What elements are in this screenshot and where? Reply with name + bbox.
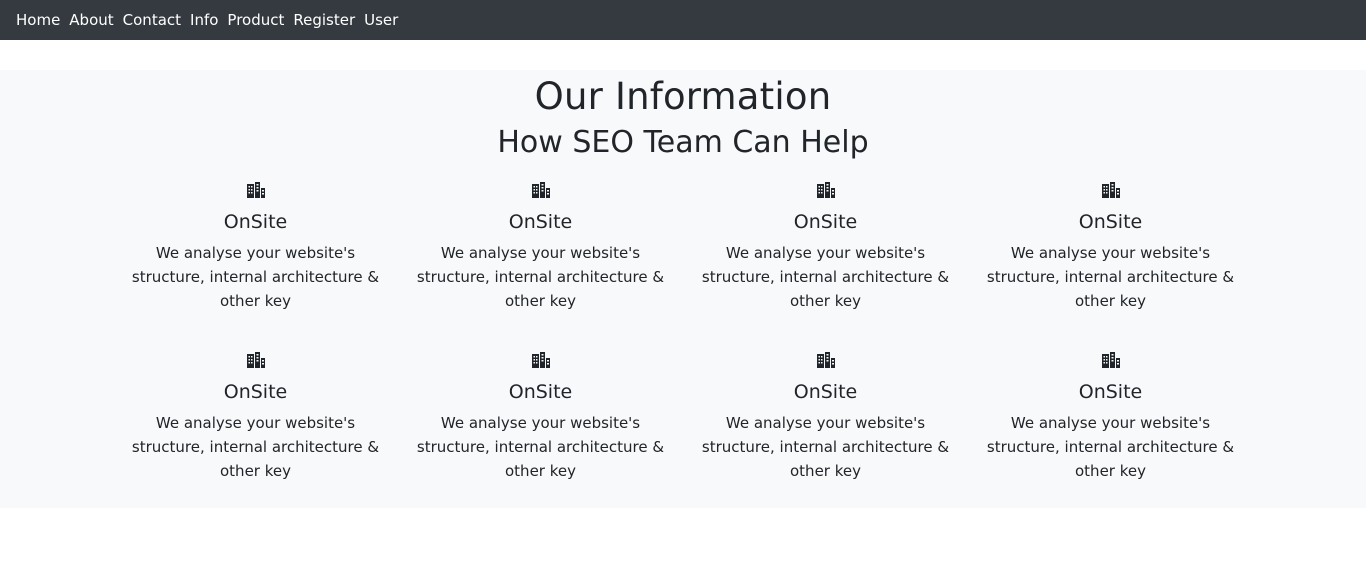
card-description: We analyse your website's structure, int… — [986, 244, 1235, 310]
feature-card: OnSite We analyse your website's structu… — [683, 347, 968, 483]
section-subtitle: How SEO Team Can Help — [497, 125, 869, 160]
card-description: We analyse your website's structure, int… — [131, 414, 380, 480]
card-title: OnSite — [223, 381, 288, 403]
building-icon — [1101, 180, 1121, 200]
card-title: OnSite — [1078, 211, 1143, 233]
card-title: OnSite — [223, 211, 288, 233]
card-title: OnSite — [1078, 381, 1143, 403]
feature-card: OnSite We analyse your website's structu… — [683, 177, 968, 313]
building-icon — [531, 180, 551, 200]
feature-card: OnSite We analyse your website's structu… — [398, 177, 683, 313]
section-title: Our Information — [534, 75, 832, 118]
card-title: OnSite — [793, 211, 858, 233]
card-title: OnSite — [508, 211, 573, 233]
card-title: OnSite — [508, 381, 573, 403]
building-icon — [246, 350, 266, 370]
building-icon — [816, 350, 836, 370]
feature-card: OnSite We analyse your website's structu… — [968, 347, 1253, 483]
top-navbar: Home About Contact Info Product Register… — [0, 0, 1366, 40]
card-description: We analyse your website's structure, int… — [701, 414, 950, 480]
nav-link-user[interactable]: User — [364, 11, 398, 29]
building-icon — [531, 350, 551, 370]
top-spacer — [0, 40, 1366, 70]
nav-link-about[interactable]: About — [69, 11, 113, 29]
card-description: We analyse your website's structure, int… — [416, 244, 665, 310]
information-section: Our Information How SEO Team Can Help On… — [0, 70, 1366, 508]
card-description: We analyse your website's structure, int… — [986, 414, 1235, 480]
building-icon — [816, 180, 836, 200]
building-icon — [246, 180, 266, 200]
nav-link-register[interactable]: Register — [293, 11, 355, 29]
feature-card: OnSite We analyse your website's structu… — [113, 177, 398, 313]
building-icon — [1101, 350, 1121, 370]
nav-link-product[interactable]: Product — [227, 11, 284, 29]
feature-grid: OnSite We analyse your website's structu… — [113, 177, 1253, 483]
nav-link-contact[interactable]: Contact — [123, 11, 181, 29]
card-description: We analyse your website's structure, int… — [131, 244, 380, 310]
feature-card: OnSite We analyse your website's structu… — [398, 347, 683, 483]
feature-card: OnSite We analyse your website's structu… — [113, 347, 398, 483]
feature-card: OnSite We analyse your website's structu… — [968, 177, 1253, 313]
card-title: OnSite — [793, 381, 858, 403]
nav-link-info[interactable]: Info — [190, 11, 218, 29]
card-description: We analyse your website's structure, int… — [701, 244, 950, 310]
nav-link-home[interactable]: Home — [16, 11, 60, 29]
card-description: We analyse your website's structure, int… — [416, 414, 665, 480]
